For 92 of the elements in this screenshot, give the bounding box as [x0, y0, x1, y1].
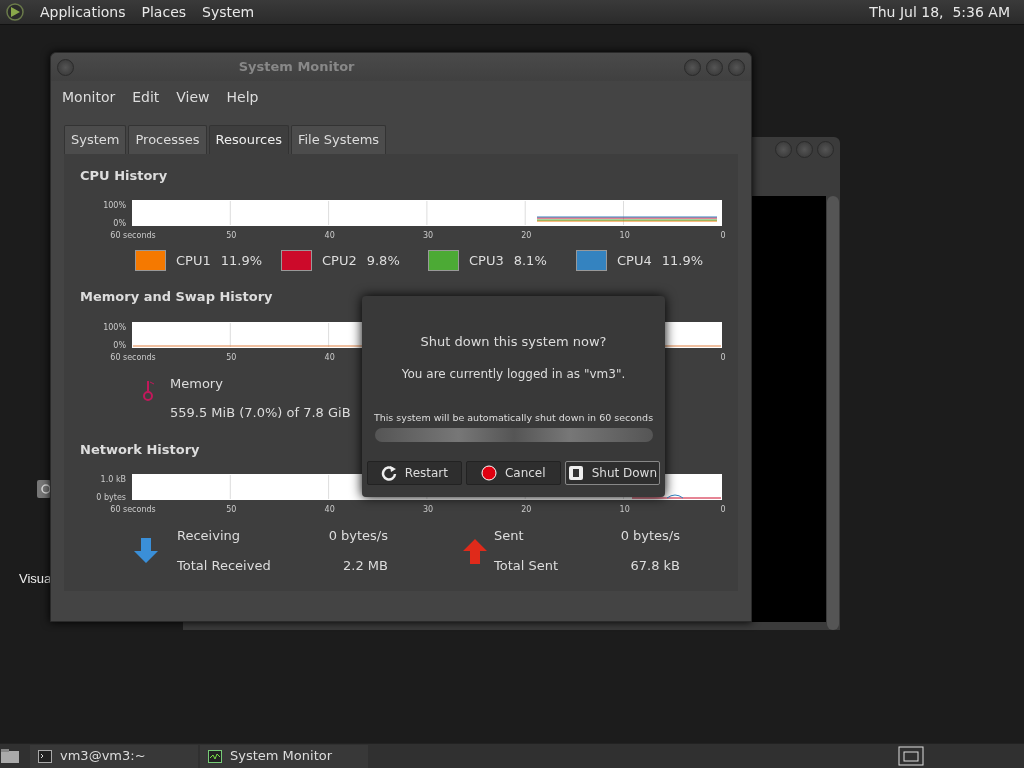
network-label: Receiving: [177, 527, 241, 545]
axis-label: 40: [324, 230, 335, 242]
panel-menu[interactable]: Places: [141, 1, 187, 23]
clock[interactable]: Thu Jul 18, 5:36 AM: [869, 1, 1018, 23]
panel-menu[interactable]: Applications: [40, 1, 126, 23]
dialog-button[interactable]: Cancel: [465, 461, 561, 485]
window-button[interactable]: [728, 58, 745, 76]
window-menu-button[interactable]: [57, 58, 74, 76]
cpu-percent: 11.9%: [220, 251, 262, 270]
network-label: Total Received: [177, 556, 272, 575]
axis-label: 20: [521, 504, 532, 516]
cpu-percent: 11.9%: [661, 251, 703, 270]
axis-label: 30: [422, 504, 434, 516]
window-list-icon[interactable]: [898, 746, 924, 766]
axis-label: 100%: [103, 200, 126, 212]
window-button[interactable]: [706, 58, 723, 76]
taskbar-label: vm3@vm3:~: [60, 747, 146, 766]
download-arrow-icon: [133, 536, 159, 565]
axis-label: 0: [720, 230, 726, 242]
axis-label: 10: [619, 504, 630, 516]
section-title: CPU History: [80, 166, 168, 185]
dialog-message: You are currently logged in as "vm3".: [401, 367, 626, 382]
dialog-button[interactable]: Shut Down: [564, 461, 660, 485]
taskbar-label: System Monitor: [230, 747, 333, 766]
terminal-icon: [38, 749, 52, 763]
restart-icon: [380, 465, 397, 481]
window-title: System Monitor: [238, 58, 355, 77]
menu-item[interactable]: View: [169, 85, 217, 110]
network-label: Total Sent: [494, 556, 560, 575]
network-value: 67.8 kB: [629, 556, 680, 575]
distro-logo-icon[interactable]: [6, 3, 24, 21]
taskbar-button[interactable]: System Monitor: [200, 744, 368, 768]
cpu-percent: 8.1%: [513, 251, 547, 270]
tab[interactable]: Processes: [128, 125, 207, 154]
tab[interactable]: Resources: [208, 125, 289, 154]
stop-icon: [480, 465, 497, 481]
upload-arrow-icon: [462, 536, 488, 565]
section-title: Memory and Swap History: [80, 288, 273, 306]
network-value: 0 bytes/s: [619, 527, 680, 545]
color-swatch[interactable]: [576, 250, 607, 271]
window-button[interactable]: [684, 58, 701, 76]
axis-label: 0%: [113, 218, 126, 230]
axis-label: 1.0 kB: [100, 474, 126, 486]
tab[interactable]: System: [64, 125, 127, 154]
axis-label: 40: [324, 351, 335, 364]
axis-label: 0 bytes: [96, 492, 126, 504]
axis-label: 50: [226, 504, 237, 516]
network-value: 0 bytes/s: [327, 527, 388, 545]
show-desktop-icon[interactable]: [0, 748, 20, 764]
tab[interactable]: File Systems: [290, 125, 387, 154]
cpu-label: CPU3: [469, 251, 504, 270]
axis-label: 0%: [113, 339, 126, 352]
dialog-button[interactable]: Restart: [367, 461, 462, 485]
desktop-icon[interactable]: [37, 480, 51, 498]
axis-label: 60 seconds: [110, 230, 156, 242]
monitor-icon: [208, 749, 222, 763]
section-title: Network History: [80, 440, 200, 459]
scrollbar[interactable]: [827, 196, 839, 630]
cpu-label: CPU4: [617, 251, 652, 270]
window-button[interactable]: [796, 141, 813, 158]
cpu-percent: 9.8%: [366, 251, 400, 270]
window-button[interactable]: [775, 141, 792, 158]
cpu-label: CPU1: [176, 251, 211, 270]
menu-item[interactable]: Monitor: [55, 85, 123, 110]
panel-menu[interactable]: System: [202, 1, 255, 23]
axis-label: 50: [226, 351, 237, 364]
menu-item[interactable]: Edit: [125, 85, 167, 110]
axis-label: 50: [226, 230, 237, 242]
axis-label: 0: [720, 351, 726, 364]
axis-label: 20: [521, 230, 532, 242]
color-swatch[interactable]: [428, 250, 459, 271]
window-button[interactable]: [817, 141, 834, 158]
color-swatch[interactable]: [281, 250, 312, 271]
memory-label: Memory: [170, 374, 224, 393]
dialog-question: Shut down this system now?: [420, 334, 607, 349]
axis-label: 40: [324, 504, 335, 516]
cpu-label: CPU2: [322, 251, 357, 270]
network-label: Sent: [494, 527, 525, 545]
countdown-text: This system will be automatically shut down in 60 seconds: [373, 411, 654, 425]
taskbar-button[interactable]: vm3@vm3:~: [30, 744, 198, 768]
network-value: 2.2 MB: [342, 556, 388, 575]
desktop-icon-label[interactable]: Visua: [19, 569, 52, 589]
axis-label: 60 seconds: [110, 504, 156, 516]
axis-label: 10: [619, 230, 630, 242]
color-swatch[interactable]: [135, 250, 166, 271]
axis-label: 0: [720, 504, 726, 516]
axis-label: 100%: [103, 321, 126, 334]
menu-item[interactable]: Help: [219, 85, 266, 110]
memory-usage: 559.5 MiB (7.0%) of 7.8 GiB: [170, 404, 351, 422]
axis-label: 60 seconds: [110, 351, 156, 364]
shutdown-icon: [567, 465, 584, 481]
axis-label: 30: [422, 230, 434, 242]
